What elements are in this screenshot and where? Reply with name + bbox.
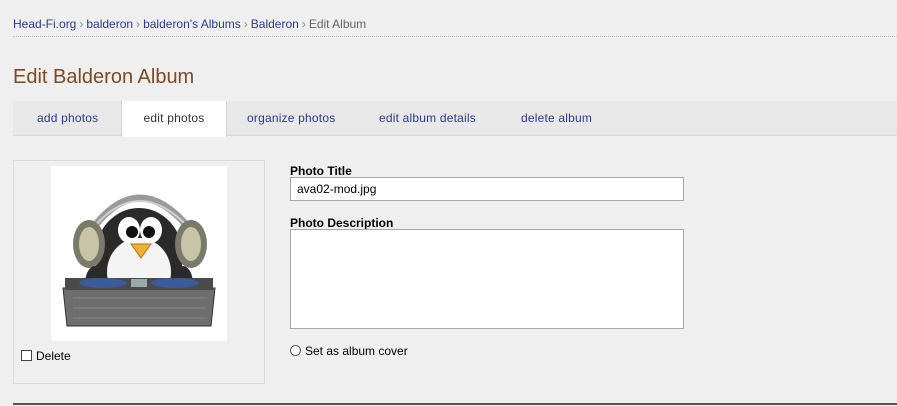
delete-label: Delete [36, 349, 71, 363]
photo-description-textarea[interactable] [290, 229, 684, 329]
album-cover-radio-row[interactable]: Set as album cover [290, 344, 408, 358]
bottom-divider [13, 403, 897, 405]
breadcrumb-link-home[interactable]: Head-Fi.org [13, 17, 76, 31]
page-title: Edit Balderon Album [13, 66, 195, 88]
breadcrumb-link-user[interactable]: balderon [86, 17, 133, 31]
tab-add-photos[interactable]: add photos [37, 101, 98, 136]
delete-checkbox-row[interactable]: Delete [21, 349, 71, 363]
breadcrumb: Head-Fi.org › balderon › balderon's Albums › B… [13, 17, 366, 31]
breadcrumb-separator: › [243, 17, 248, 31]
photo-title-input[interactable] [290, 177, 684, 201]
album-cover-radio[interactable] [290, 345, 301, 356]
tab-edit-photos[interactable]: edit photos [121, 101, 227, 137]
tab-edit-album-details[interactable]: edit album details [379, 101, 476, 136]
breadcrumb-separator: › [79, 17, 84, 31]
photo-panel: Delete [13, 160, 265, 384]
breadcrumb-separator: › [136, 17, 141, 31]
tab-organize-photos[interactable]: organize photos [247, 101, 335, 136]
breadcrumb-divider [13, 36, 897, 37]
photo-title-label: Photo Title [290, 164, 352, 178]
album-cover-label: Set as album cover [305, 344, 408, 358]
breadcrumb-current: Edit Album [308, 17, 367, 31]
tab-delete-album[interactable]: delete album [521, 101, 592, 136]
breadcrumb-separator: › [301, 17, 306, 31]
breadcrumb-link-albums[interactable]: balderon's Albums [143, 17, 241, 31]
penguin-dj-icon [62, 194, 216, 327]
breadcrumb-link-album[interactable]: Balderon [251, 17, 299, 31]
photo-description-label: Photo Description [290, 216, 394, 230]
photo-thumbnail[interactable] [51, 166, 227, 341]
delete-checkbox[interactable] [21, 350, 32, 361]
tab-bar: add photos edit photos organize photos e… [13, 101, 897, 137]
